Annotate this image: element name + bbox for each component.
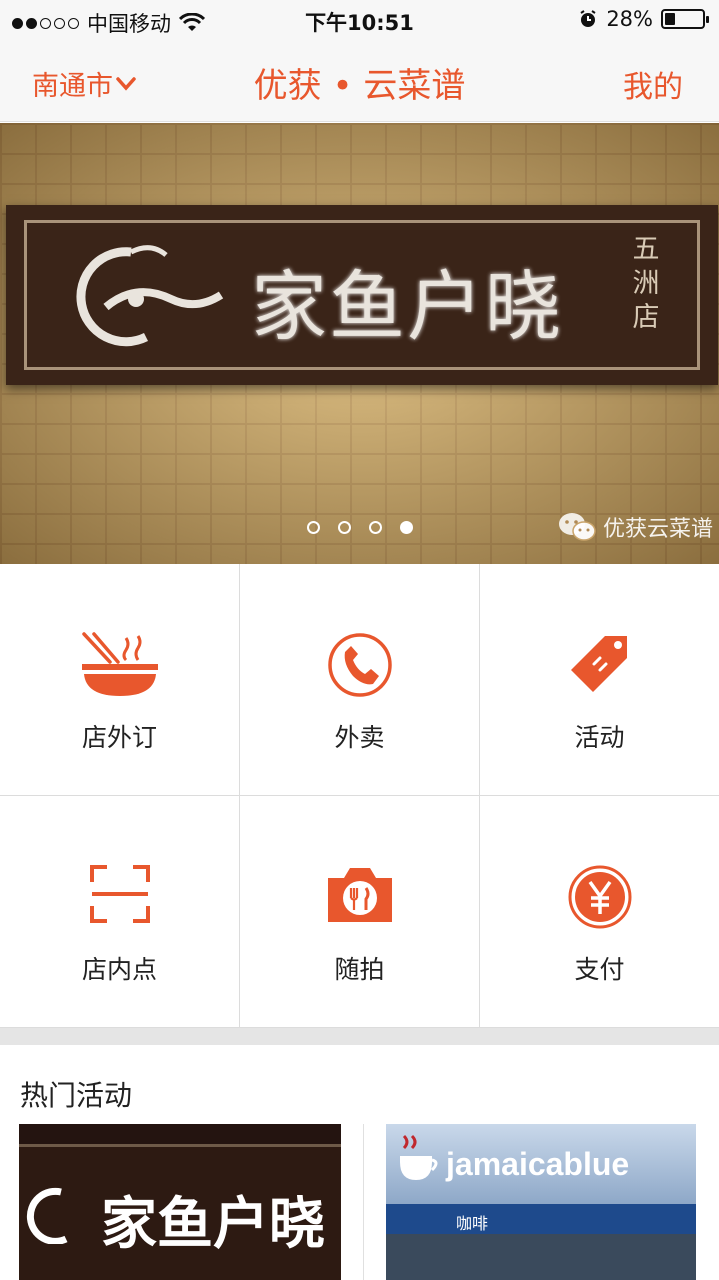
alarm-icon xyxy=(580,10,596,27)
battery-area: 28% xyxy=(578,7,709,31)
menu-item-outside-order[interactable]: 店外订 xyxy=(0,564,240,796)
city-label: 南通市 xyxy=(32,71,113,102)
phone-icon xyxy=(327,633,392,697)
section-divider xyxy=(0,1028,719,1045)
camera-icon xyxy=(327,868,392,922)
hot-activity-card[interactable]: 家鱼户晓 xyxy=(19,1124,341,1280)
menu-item-takeout[interactable]: 外卖 xyxy=(240,564,480,796)
menu-label: 外卖 xyxy=(334,723,385,752)
feature-grid: 店外订 外卖 活动 店内点 随拍 支付 xyxy=(0,564,719,1028)
hot-card-text: jamaicablue xyxy=(446,1146,630,1182)
app-header: 南通市 优获 • 云菜谱 我的 xyxy=(0,40,719,122)
menu-label: 随拍 xyxy=(334,955,385,984)
yen-icon xyxy=(568,865,631,929)
battery-icon xyxy=(661,9,709,29)
status-bar: 中国移动 下午10:51 28% xyxy=(0,0,719,40)
battery-percent: 28% xyxy=(606,7,653,31)
banner-image: 家鱼户晓 五洲店 xyxy=(6,205,718,385)
carousel-dot[interactable] xyxy=(306,521,320,534)
sign-name: 家鱼户晓 xyxy=(251,262,563,351)
menu-item-activities[interactable]: 活动 xyxy=(480,564,719,796)
menu-label: 活动 xyxy=(574,723,625,752)
hot-activities-title: 热门活动 xyxy=(20,1079,133,1112)
carousel-dot[interactable] xyxy=(368,521,382,534)
card-divider xyxy=(363,1124,364,1280)
menu-item-snapshot[interactable]: 随拍 xyxy=(240,796,480,1028)
menu-item-payment[interactable]: 支付 xyxy=(480,796,719,1028)
scan-icon xyxy=(89,865,150,923)
sign-branch: 五洲店 xyxy=(632,234,660,333)
watermark-text: 优获云菜谱 xyxy=(602,517,713,542)
hot-activity-card[interactable]: jamaicablue 咖啡 xyxy=(386,1124,696,1280)
tag-icon xyxy=(570,636,627,692)
banner-carousel[interactable]: 家鱼户晓 五洲店 优获云菜谱 xyxy=(0,123,719,564)
hot-card-text: 家鱼户晓 xyxy=(101,1191,325,1257)
carousel-dot-active[interactable] xyxy=(399,521,413,534)
menu-label: 支付 xyxy=(574,955,625,984)
wechat-icon xyxy=(558,513,596,541)
hot-card-sub: 咖啡 xyxy=(456,1214,489,1233)
wechat-watermark: 优获云菜谱 xyxy=(557,511,713,543)
menu-label: 店外订 xyxy=(81,723,157,752)
fish-logo-icon xyxy=(26,1187,68,1244)
chevron-down-icon xyxy=(116,76,136,91)
my-account-link[interactable]: 我的 xyxy=(623,62,683,106)
menu-item-dine-in[interactable]: 店内点 xyxy=(0,796,240,1028)
noodle-bowl-icon xyxy=(81,632,158,696)
carousel-dot[interactable] xyxy=(337,521,351,534)
menu-label: 店内点 xyxy=(81,955,157,984)
fish-logo-icon xyxy=(76,245,224,347)
cup-logo-icon xyxy=(400,1134,438,1180)
city-selector[interactable]: 南通市 xyxy=(32,64,137,103)
